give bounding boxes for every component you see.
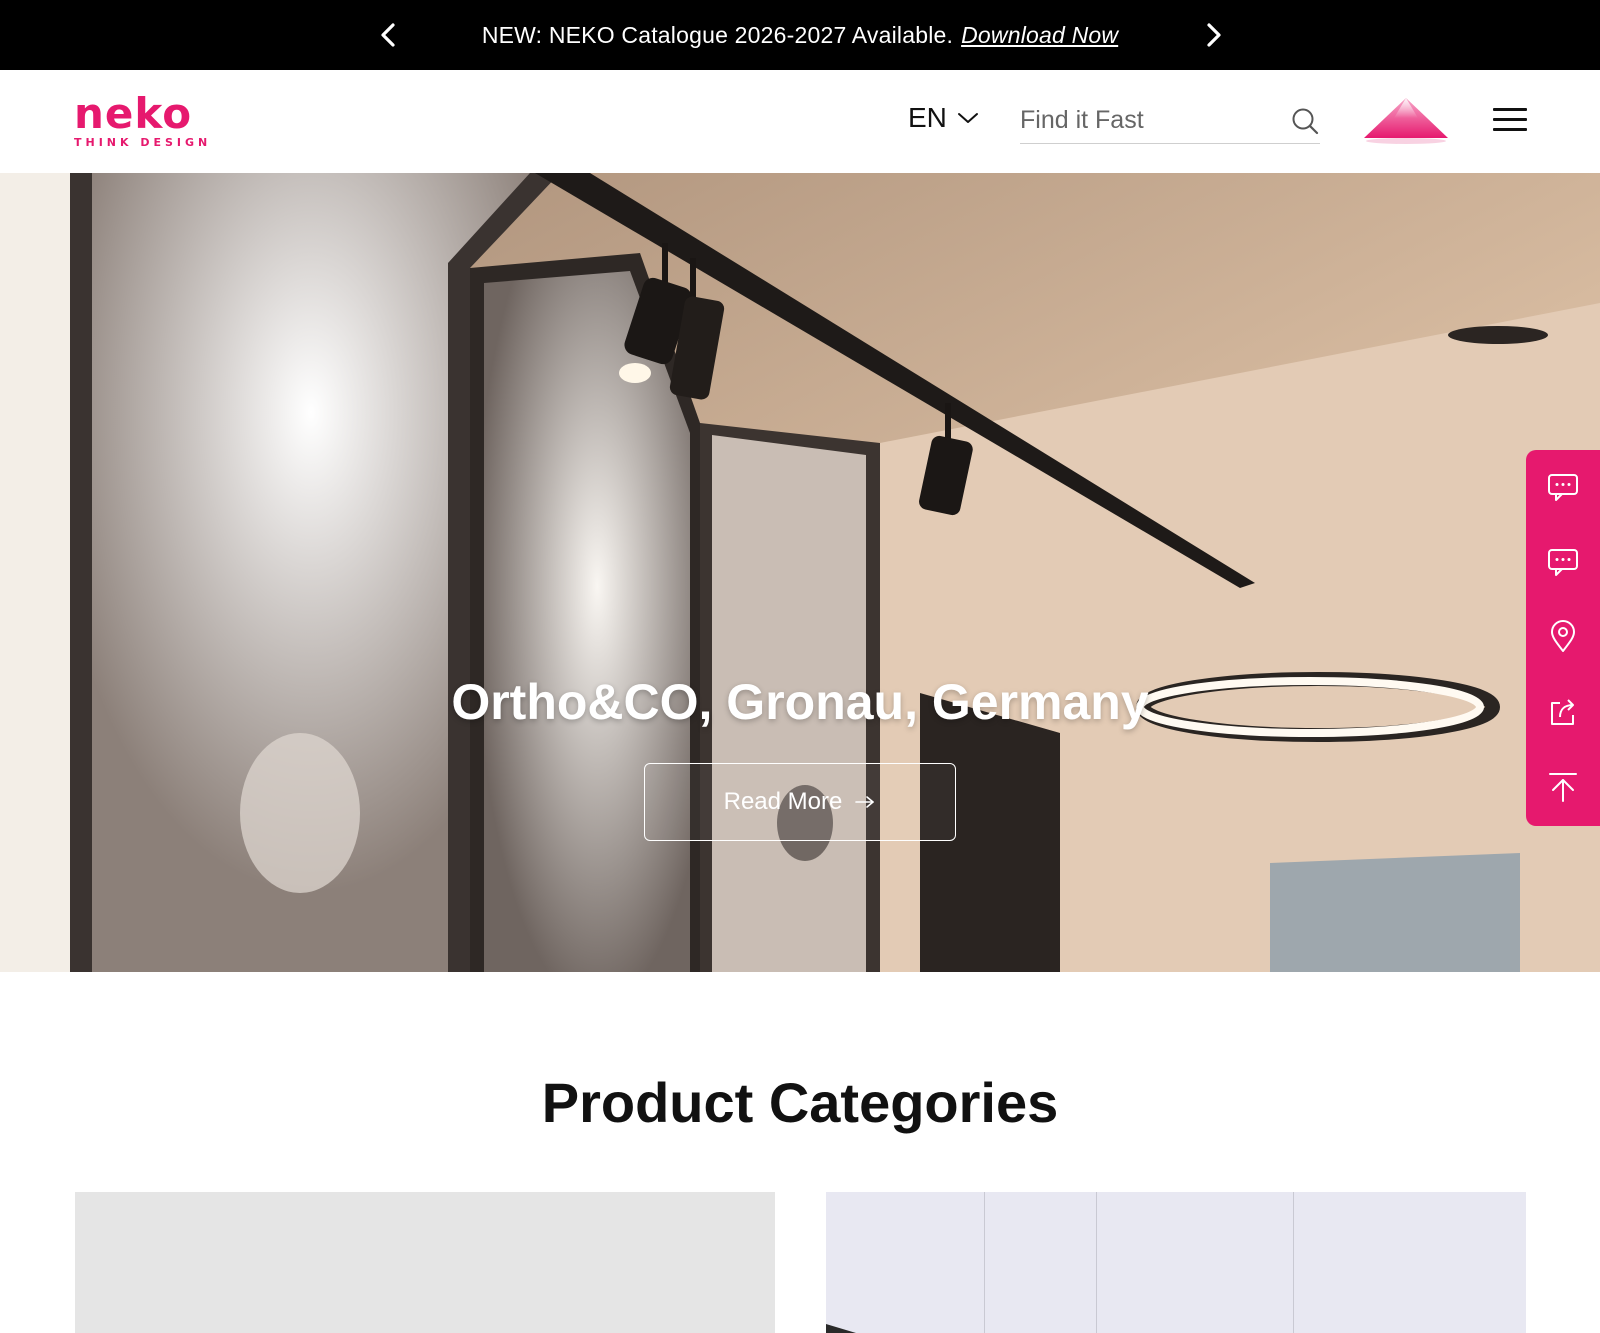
read-more-label: Read More [723, 788, 843, 815]
logo-tagline: THINK DESIGN [74, 136, 212, 149]
pyramid-icon[interactable] [1362, 96, 1450, 144]
category-card[interactable] [826, 1192, 1526, 1333]
search-input[interactable] [1020, 106, 1280, 135]
announcement-text: NEW: NEKO Catalogue 2026-2027 Available. [481, 21, 954, 48]
section-title-product-categories: Product Categories [541, 1071, 1059, 1134]
hero-title: Ortho&CO, Gronau, Germany [451, 674, 1149, 730]
search-icon[interactable] [1290, 106, 1320, 136]
message-icon[interactable] [1546, 545, 1580, 579]
hamburger-menu-icon[interactable] [1493, 108, 1527, 134]
back-to-top-icon[interactable] [1546, 770, 1580, 804]
language-label: EN [908, 102, 947, 133]
hero-background-image [0, 173, 1600, 972]
location-icon[interactable] [1546, 620, 1580, 654]
search-box [1020, 98, 1320, 144]
category-image-fragment [826, 1324, 856, 1333]
chevron-right-icon[interactable] [1196, 18, 1230, 52]
announcement-message: NEW: NEKO Catalogue 2026-2027 Available.… [482, 22, 1118, 49]
neko-logo[interactable]: neko THINK DESIGN [74, 89, 214, 150]
read-more-button[interactable]: Read More [644, 763, 956, 841]
download-now-link[interactable]: Download Now [961, 22, 1118, 48]
share-icon[interactable] [1546, 695, 1580, 729]
site-header: neko THINK DESIGN EN [0, 70, 1600, 173]
chevron-down-icon [957, 113, 978, 123]
language-selector[interactable]: EN [908, 102, 979, 134]
hero-slider: Ortho&CO, Gronau, Germany Read More [0, 173, 1600, 972]
side-toolbar [1526, 450, 1600, 826]
arrow-right-icon [855, 796, 875, 808]
logo-wordmark: neko [74, 89, 193, 138]
announcement-bar: NEW: NEKO Catalogue 2026-2027 Available.… [0, 0, 1600, 70]
chevron-left-icon[interactable] [372, 18, 406, 52]
category-card[interactable] [75, 1192, 775, 1333]
chat-icon[interactable] [1546, 470, 1580, 504]
